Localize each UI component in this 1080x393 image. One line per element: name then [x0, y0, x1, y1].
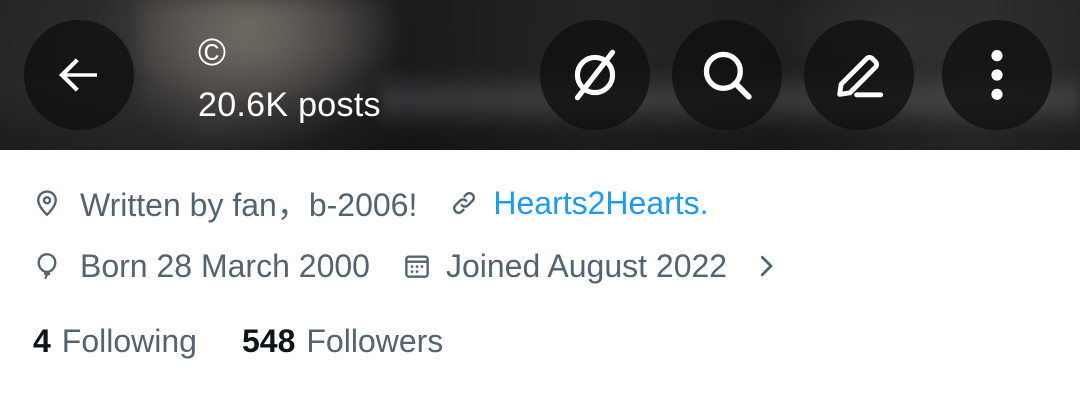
birthday-text: Born 28 March 2000 — [80, 247, 370, 284]
banner-glow — [140, 0, 400, 150]
post-count: 20.6K posts — [198, 86, 381, 124]
following-link[interactable]: 4 Following — [33, 323, 197, 360]
birthday-joined-row[interactable]: Born 28 March 2000 Joined August 2022 — [30, 244, 783, 288]
website-link[interactable]: Hearts2Hearts. — [493, 185, 708, 222]
link-icon — [447, 186, 481, 220]
header-title: © — [198, 32, 226, 74]
edit-button[interactable] — [804, 20, 914, 130]
back-arrow-icon — [58, 58, 97, 92]
more-options-button[interactable] — [942, 20, 1052, 130]
profile-banner: © 20.6K posts — [0, 0, 1080, 150]
back-button[interactable] — [24, 20, 134, 130]
followers-label: Followers — [306, 322, 444, 359]
edit-icon — [837, 55, 884, 98]
grok-button[interactable] — [540, 20, 650, 130]
location-pin-icon — [30, 186, 64, 220]
chevron-right-icon[interactable] — [749, 249, 783, 283]
location-text: Written by fan，b-2006! — [80, 187, 418, 223]
following-label: Following — [61, 322, 197, 359]
grok-icon — [574, 49, 616, 101]
balloon-icon — [30, 249, 64, 283]
following-count: 4 — [33, 322, 51, 359]
followers-link[interactable]: 548 Followers — [242, 323, 443, 360]
more-vertical-icon — [991, 50, 1003, 100]
joined-text: Joined August 2022 — [445, 247, 728, 284]
followers-count: 548 — [241, 322, 296, 359]
follow-stats: 4 Following 548 Followers — [33, 318, 443, 364]
calendar-icon — [400, 249, 434, 283]
search-button[interactable] — [672, 20, 782, 130]
location-website-row: Written by fan，b-2006! Hearts2Hearts. — [30, 181, 709, 225]
search-icon — [703, 51, 752, 100]
